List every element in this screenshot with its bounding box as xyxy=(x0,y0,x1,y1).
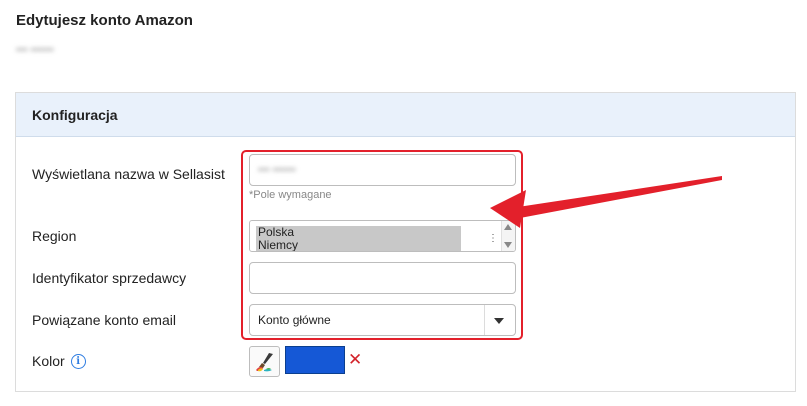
card-header: Konfiguracja xyxy=(16,93,795,137)
seller-id-label: Identyfikator sprzedawcy xyxy=(32,270,187,286)
color-label-row: Kolor i xyxy=(32,353,86,369)
display-name-label: Wyświetlana nazwa w Sellasist xyxy=(32,166,225,182)
color-picker-button[interactable] xyxy=(249,346,280,377)
color-swatch[interactable] xyxy=(285,346,345,374)
color-label: Kolor xyxy=(32,353,65,369)
email-account-label: Powiązane konto email xyxy=(32,312,176,328)
close-icon[interactable]: ✕ xyxy=(348,350,362,370)
paint-brush-icon xyxy=(255,352,273,371)
page-subtitle: ••• •••••• xyxy=(16,44,54,56)
region-label: Region xyxy=(32,228,77,244)
annotation-highlight-box xyxy=(241,150,523,340)
info-icon[interactable]: i xyxy=(70,353,86,369)
page-title: Edytujesz konto Amazon xyxy=(16,12,193,29)
